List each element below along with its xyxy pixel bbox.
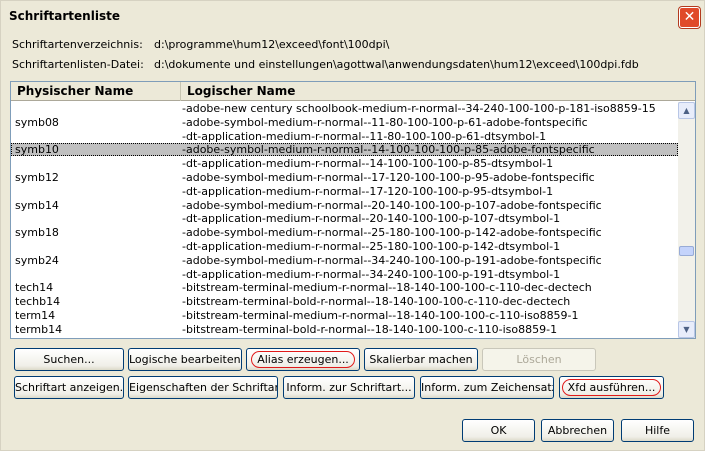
charset-info-button[interactable]: Inform. zum Zeichensatz... [420, 376, 554, 399]
table-row[interactable]: symb18 -adobe-symbol-medium-r-normal--25-… [11, 226, 678, 239]
scroll-down-icon[interactable]: ▼ [678, 321, 695, 338]
logical-name-cell: -bitstream-terminal-medium-r-normal--18-… [182, 309, 579, 322]
list-header: Physischer Name Logischer Name [11, 82, 695, 101]
column-header-physical-name[interactable]: Physischer Name [11, 82, 181, 101]
font-directory-label: Schriftartenverzeichnis: [12, 38, 143, 51]
table-row[interactable]: -dt-application-medium-r-normal--25-180-… [11, 240, 678, 253]
table-row[interactable]: techb14 -bitstream-terminal-bold-r-normal… [11, 295, 678, 308]
logical-name-cell: -adobe-symbol-medium-r-normal--25-180-10… [182, 226, 602, 240]
physical-name-cell: symb18 [15, 226, 59, 240]
make-scalable-button[interactable]: Skalierbar machen [364, 348, 478, 371]
table-row[interactable]: -adobe-new century schoolbook-medium-r-n… [11, 102, 678, 115]
table-row[interactable]: symb24 -adobe-symbol-medium-r-normal--34-… [11, 254, 678, 267]
physical-name-cell: techb14 [15, 295, 61, 309]
window-title: Schriftartenliste [9, 9, 120, 23]
font-list-file-label: Schriftartenlisten-Datei: [12, 58, 144, 71]
font-list-dialog: Schriftartenliste ✕ Schriftartenverzeich… [0, 0, 705, 451]
logical-name-cell: -adobe-symbol-medium-r-normal--14-100-10… [182, 143, 595, 157]
table-row[interactable]: -dt-application-medium-r-normal--17-120-… [11, 185, 678, 198]
edit-logical-button[interactable]: Logische bearbeiten... [128, 348, 242, 371]
physical-name-cell: term14 [15, 309, 56, 322]
delete-button[interactable]: Löschen [482, 348, 596, 371]
logical-name-cell: -dt-application-medium-r-normal--20-140-… [182, 212, 561, 226]
run-xfd-button[interactable]: Xfd ausführen... [559, 376, 664, 399]
logical-name-cell: -dt-application-medium-r-normal--25-180-… [182, 240, 561, 253]
table-row[interactable]: -dt-application-medium-r-normal--11-80-1… [11, 130, 678, 143]
run-xfd-label: Xfd ausführen... [561, 379, 662, 396]
logical-name-cell: -dt-application-medium-r-normal--11-80-1… [182, 129, 547, 143]
cancel-button[interactable]: Abbrechen [541, 419, 614, 442]
logical-name-cell: -adobe-symbol-medium-r-normal--34-240-10… [182, 253, 602, 267]
create-alias-label: Alias erzeugen... [251, 351, 355, 368]
font-properties-button[interactable]: Eigenschaften der Schriftart... [128, 376, 278, 399]
logical-name-cell: -dt-application-medium-r-normal--17-120-… [182, 184, 554, 198]
table-row[interactable]: -dt-application-medium-r-normal--34-240-… [11, 268, 678, 281]
help-button[interactable]: Hilfe [621, 419, 694, 442]
physical-name-cell: termb14 [15, 322, 63, 336]
font-list-view[interactable]: Physischer Name Logischer Name -adobe-ne… [10, 81, 696, 339]
logical-name-cell: -dt-application-medium-r-normal--34-240-… [182, 267, 561, 281]
physical-name-cell: symb14 [15, 198, 59, 212]
ok-button[interactable]: OK [462, 419, 535, 442]
logical-name-cell: -adobe-symbol-medium-r-normal--11-80-100… [182, 115, 588, 129]
show-font-button[interactable]: Schriftart anzeigen... [14, 376, 124, 399]
logical-name-cell: -dt-application-medium-r-normal--14-100-… [182, 157, 554, 171]
physical-name-cell: symb08 [15, 115, 59, 129]
vertical-scrollbar[interactable]: ▲ ▼ [678, 102, 695, 338]
font-directory-value: d:\programme\hum12\exceed\font\100dpi\ [154, 38, 390, 51]
logical-name-cell: -adobe-new century schoolbook-medium-r-n… [182, 102, 656, 115]
table-row[interactable]: -dt-application-medium-r-normal--14-100-… [11, 157, 678, 170]
physical-name-cell: symb24 [15, 253, 59, 267]
scrollbar-thumb[interactable] [679, 246, 694, 256]
logical-name-cell: -bitstream-terminal-medium-r-normal--18-… [182, 281, 592, 295]
table-row[interactable]: symb12 -adobe-symbol-medium-r-normal--17-… [11, 171, 678, 184]
title-bar[interactable]: Schriftartenliste ✕ [2, 2, 703, 31]
logical-name-cell: -bitstream-terminal-bold-r-normal--18-14… [182, 295, 571, 309]
logical-name-cell: -adobe-symbol-medium-r-normal--20-140-10… [182, 198, 602, 212]
logical-name-cell: -bitstream-terminal-bold-r-normal--18-14… [182, 322, 558, 336]
physical-name-cell: symb12 [15, 171, 59, 184]
logical-name-cell: -adobe-symbol-medium-r-normal--17-120-10… [182, 171, 595, 184]
physical-name-cell: tech14 [15, 281, 54, 295]
table-row[interactable]: tech14 -bitstream-terminal-medium-r-norma… [11, 281, 678, 294]
font-list-file-value: d:\dokumente und einstellungen\agottwal\… [154, 58, 639, 71]
search-button[interactable]: Suchen... [14, 348, 124, 371]
column-header-logical-name[interactable]: Logischer Name [181, 82, 677, 101]
table-row[interactable]: symb08 -adobe-symbol-medium-r-normal--11-… [11, 116, 678, 129]
physical-name-cell: symb10 [15, 143, 59, 157]
font-info-button[interactable]: Inform. zur Schriftart... [283, 376, 415, 399]
list-body: -adobe-new century schoolbook-medium-r-n… [11, 102, 678, 338]
table-row[interactable]: -dt-application-medium-r-normal--20-140-… [11, 212, 678, 225]
table-row[interactable]: term14 -bitstream-terminal-medium-r-norma… [11, 309, 678, 322]
create-alias-button[interactable]: Alias erzeugen... [246, 348, 360, 371]
table-row[interactable]: termb14 -bitstream-terminal-bold-r-normal… [11, 323, 678, 336]
table-row[interactable]: symb14 -adobe-symbol-medium-r-normal--20-… [11, 199, 678, 212]
table-row[interactable]: symb10 -adobe-symbol-medium-r-normal--14-… [11, 143, 678, 157]
scroll-up-icon[interactable]: ▲ [678, 102, 695, 119]
close-icon[interactable]: ✕ [679, 7, 700, 28]
